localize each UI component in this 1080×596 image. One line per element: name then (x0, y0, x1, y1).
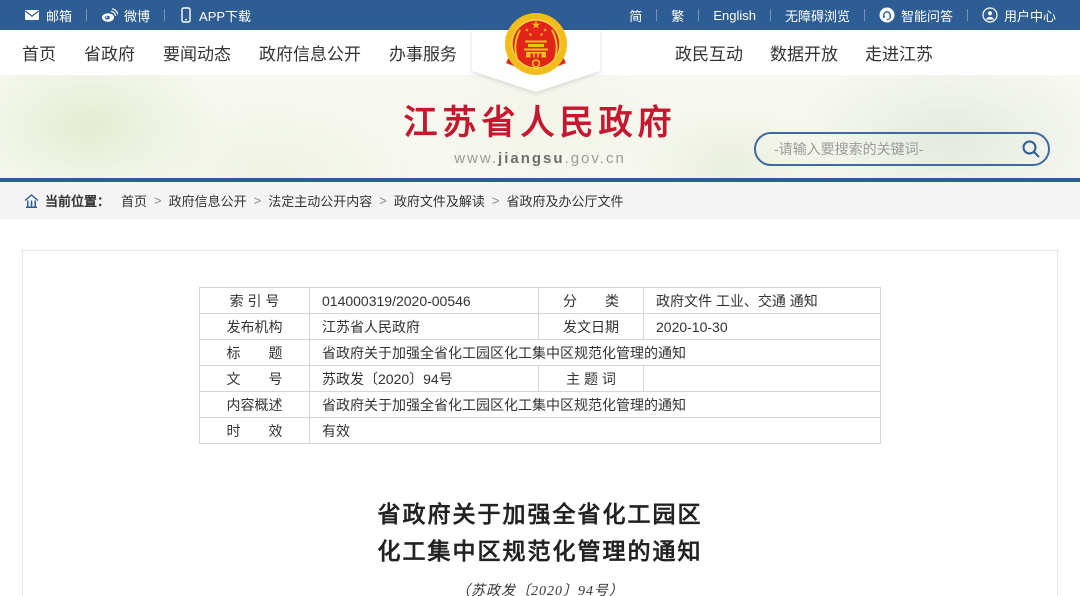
meta-label-summary: 内容概述 (200, 392, 310, 418)
search-button[interactable] (1014, 134, 1048, 164)
nav-left-group: 首页 省政府 要闻动态 政府信息公开 办事服务 (22, 40, 457, 65)
breadcrumb: 当前位置： 首页 > 政府信息公开 > 法定主动公开内容 > 政府文件及解读 >… (0, 182, 1080, 219)
site-url: www.jiangsu.gov.cn (404, 150, 677, 167)
document-heading: 省政府关于加强全省化工园区 化工集中区规范化管理的通知 （苏政发〔2020〕94… (23, 496, 1057, 596)
site-title: 江苏省人民政府 (404, 95, 677, 144)
topbar-separator (86, 9, 87, 21)
breadcrumb-separator: > (492, 193, 500, 208)
breadcrumb-separator: > (254, 193, 262, 208)
mail-link[interactable]: 邮箱 (24, 6, 72, 25)
topbar-separator (656, 9, 657, 21)
accessibility-link[interactable]: 无障碍浏览 (785, 6, 850, 25)
user-icon (982, 7, 998, 23)
meta-value-validity: 有效 (310, 418, 881, 444)
nav-item-interaction[interactable]: 政民互动 (675, 40, 743, 65)
weibo-icon (101, 7, 118, 23)
meta-label-issue-date: 发文日期 (539, 314, 644, 340)
breadcrumb-item-office-documents[interactable]: 省政府及办公厅文件 (506, 191, 623, 210)
meta-value-category: 政府文件 工业、交通 通知 (644, 288, 881, 314)
weibo-link[interactable]: 微博 (101, 6, 150, 25)
meta-label-keywords: 主 题 词 (539, 366, 644, 392)
table-row: 标 题 省政府关于加强全省化工园区化工集中区规范化管理的通知 (200, 340, 881, 366)
meta-value-summary: 省政府关于加强全省化工园区化工集中区规范化管理的通知 (310, 392, 881, 418)
document-metadata-table: 索 引 号 014000319/2020-00546 分 类 政府文件 工业、交… (199, 287, 881, 444)
user-center-label: 用户中心 (1004, 6, 1056, 25)
app-download-label: APP下载 (199, 6, 251, 25)
breadcrumb-item-gov-documents[interactable]: 政府文件及解读 (394, 191, 485, 210)
app-download-link[interactable]: APP下载 (179, 6, 251, 25)
document-title-line1: 省政府关于加强全省化工园区 (23, 496, 1057, 533)
nav-item-open-data[interactable]: 数据开放 (770, 40, 838, 65)
site-title-block: 江苏省人民政府 www.jiangsu.gov.cn (404, 95, 677, 167)
breadcrumb-prefix: 当前位置： (45, 191, 110, 210)
meta-label-index-number: 索 引 号 (200, 288, 310, 314)
lang-english[interactable]: English (713, 8, 756, 23)
search-input[interactable] (756, 141, 1014, 157)
page-body: 索 引 号 014000319/2020-00546 分 类 政府文件 工业、交… (0, 250, 1080, 596)
mail-icon (24, 7, 40, 23)
topbar-separator (698, 9, 699, 21)
lang-simplified[interactable]: 简 (629, 6, 642, 25)
nav-item-about-jiangsu[interactable]: 走进江苏 (865, 40, 933, 65)
topbar-separator (770, 9, 771, 21)
search-icon (1021, 139, 1041, 159)
nav-item-home[interactable]: 首页 (22, 40, 56, 65)
meta-value-title: 省政府关于加强全省化工园区化工集中区规范化管理的通知 (310, 340, 881, 366)
nav-item-info-disclosure[interactable]: 政府信息公开 (259, 40, 361, 65)
nav-item-provincial-gov[interactable]: 省政府 (84, 40, 135, 65)
table-row: 时 效 有效 (200, 418, 881, 444)
topbar-separator (864, 9, 865, 21)
national-emblem-icon (504, 11, 568, 77)
table-row: 索 引 号 014000319/2020-00546 分 类 政府文件 工业、交… (200, 288, 881, 314)
meta-label-title: 标 题 (200, 340, 310, 366)
document-card: 索 引 号 014000319/2020-00546 分 类 政府文件 工业、交… (22, 250, 1058, 596)
home-icon (24, 194, 39, 208)
meta-value-index-number: 014000319/2020-00546 (310, 288, 539, 314)
meta-value-keywords (644, 366, 881, 392)
meta-value-doc-number: 苏政发〔2020〕94号 (310, 366, 539, 392)
nav-right-group: 政民互动 数据开放 走进江苏 (675, 40, 933, 65)
meta-label-category: 分 类 (539, 288, 644, 314)
table-row: 内容概述 省政府关于加强全省化工园区化工集中区规范化管理的通知 (200, 392, 881, 418)
topbar-separator (164, 9, 165, 21)
breadcrumb-separator: > (154, 193, 162, 208)
breadcrumb-item-statutory-content[interactable]: 法定主动公开内容 (268, 191, 372, 210)
smart-qa-link[interactable]: 智能问答 (879, 6, 953, 25)
phone-icon (179, 7, 193, 23)
search-box (754, 132, 1050, 166)
nav-item-services[interactable]: 办事服务 (389, 40, 457, 65)
breadcrumb-separator: > (379, 193, 387, 208)
meta-label-validity: 时 效 (200, 418, 310, 444)
nav-item-news[interactable]: 要闻动态 (163, 40, 231, 65)
topbar-separator (967, 9, 968, 21)
meta-value-issue-date: 2020-10-30 (644, 314, 881, 340)
topbar-left-group: 邮箱 微博 APP下载 (24, 6, 251, 25)
topbar-right-group: 简 繁 English 无障碍浏览 智能问答 (629, 6, 1056, 25)
breadcrumb-item-info-disclosure[interactable]: 政府信息公开 (169, 191, 247, 210)
meta-label-issuing-agency: 发布机构 (200, 314, 310, 340)
table-row: 发布机构 江苏省人民政府 发文日期 2020-10-30 (200, 314, 881, 340)
document-title-line2: 化工集中区规范化管理的通知 (23, 533, 1057, 570)
meta-label-doc-number: 文 号 (200, 366, 310, 392)
headset-icon (879, 7, 895, 23)
breadcrumb-item-home[interactable]: 首页 (121, 191, 147, 210)
smart-qa-label: 智能问答 (901, 6, 953, 25)
mail-label: 邮箱 (46, 6, 72, 25)
table-row: 文 号 苏政发〔2020〕94号 主 题 词 (200, 366, 881, 392)
lang-traditional[interactable]: 繁 (671, 6, 684, 25)
meta-value-issuing-agency: 江苏省人民政府 (310, 314, 539, 340)
weibo-label: 微博 (124, 6, 150, 25)
document-number: （苏政发〔2020〕94号） (23, 580, 1057, 596)
user-center-link[interactable]: 用户中心 (982, 6, 1056, 25)
